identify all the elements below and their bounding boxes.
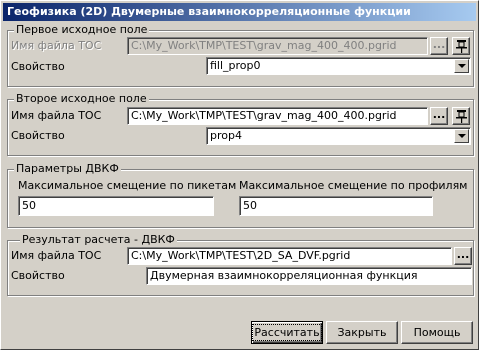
offset-pickets-label: Максимальное смещение по пикетам: [18, 179, 237, 192]
chevron-down-icon[interactable]: [454, 129, 469, 143]
source2-group-title: Второе исходное поле: [14, 92, 149, 105]
source2-property-value: prop4: [210, 129, 242, 142]
source1-file-label: Имя файла ТОС: [11, 39, 102, 52]
dialog-window: Геофизика (2D) Двумерные взаимнокорреляц…: [0, 0, 479, 350]
source1-property-select[interactable]: fill_prop0: [206, 57, 471, 75]
source2-property-select[interactable]: prop4: [206, 127, 471, 145]
calculate-button-label: Рассчитать: [252, 324, 322, 341]
pin-icon: [456, 40, 467, 53]
result-file-field[interactable]: C:\My_Work\TMP\TEST\2D_SA_DVF.pgrid: [127, 247, 452, 265]
source1-file-field[interactable]: C:\My_Work\TMP\TEST\grav_mag_400_400.pgr…: [127, 37, 428, 55]
offset-pickets-input[interactable]: 50: [18, 196, 214, 216]
window-title: Геофизика (2D) Двумерные взаимнокорреляц…: [7, 5, 411, 18]
result-file-label: Имя файла ТОС: [11, 249, 102, 262]
source1-property-label: Свойство: [11, 60, 65, 73]
title-bar: Геофизика (2D) Двумерные взаимнокорреляц…: [3, 3, 476, 21]
source2-file-field[interactable]: C:\My_Work\TMP\TEST\grav_mag_400_400.pgr…: [127, 107, 428, 125]
source2-property-label: Свойство: [11, 129, 65, 142]
result-browse-button[interactable]: ...: [454, 247, 472, 265]
source2-browse-button[interactable]: ...: [430, 107, 448, 125]
source2-file-label: Имя файла ТОС: [11, 109, 102, 122]
offset-profiles-label: Максимальное смещение по профилям: [239, 179, 468, 192]
source2-pin-button[interactable]: [452, 107, 470, 125]
source1-pin-button[interactable]: [452, 37, 470, 55]
close-button[interactable]: Закрыть: [326, 321, 398, 344]
calculate-button[interactable]: Рассчитать: [251, 321, 323, 344]
result-property-label: Свойство: [11, 269, 65, 282]
result-property-field[interactable]: Двумерная взаимнокорреляционная функция: [146, 267, 472, 285]
source1-group-title: Первое исходное поле: [14, 23, 150, 36]
source1-property-value: fill_prop0: [210, 59, 261, 72]
pin-icon: [456, 110, 467, 123]
chevron-down-icon[interactable]: [454, 59, 469, 73]
help-button[interactable]: Помощь: [401, 321, 473, 344]
offset-profiles-input[interactable]: 50: [239, 196, 433, 216]
source1-browse-button[interactable]: ...: [430, 37, 448, 55]
result-group-title: Результат расчета - ДВКФ: [20, 233, 177, 246]
params-group-title: Параметры ДВКФ: [14, 162, 121, 175]
